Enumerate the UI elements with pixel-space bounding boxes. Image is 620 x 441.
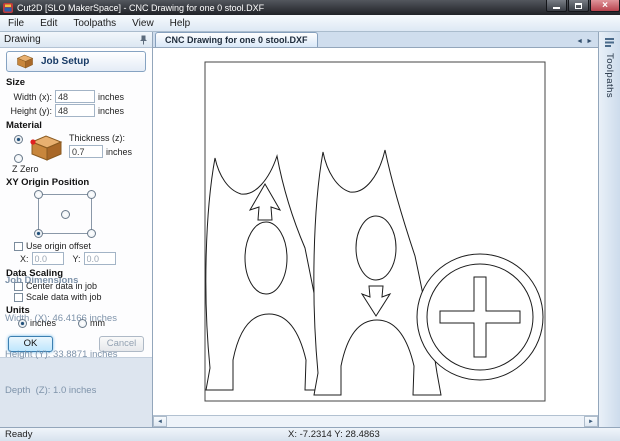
height-input[interactable]	[55, 104, 95, 117]
canvas-area: CNC Drawing for one 0 stool.DXF ◄ ► ◄ ►	[153, 32, 598, 427]
job-dimensions-height: Height (Y): 33.8871 inches	[5, 349, 118, 360]
size-heading: Size	[6, 77, 26, 88]
job-dimensions: Job Dimensions Width (X): 46.4166 inches…	[5, 251, 147, 421]
origin-bottom-left-radio[interactable]	[34, 229, 43, 238]
menu-bar: File Edit Toolpaths View Help	[0, 15, 620, 32]
menu-view[interactable]: View	[124, 17, 162, 30]
material-heading: Material	[6, 120, 42, 131]
height-label: Height (y):	[10, 105, 52, 116]
job-setup-icon	[16, 54, 34, 69]
xy-origin-heading: XY Origin Position	[6, 177, 90, 188]
scroll-right-icon: ►	[588, 418, 594, 425]
tab-scroll-right-icon[interactable]: ►	[586, 38, 593, 45]
close-icon: ×	[602, 0, 608, 11]
title-bar: Cut2D [SLO MakerSpace] - CNC Drawing for…	[0, 0, 620, 15]
toolpaths-tab-label: Toolpaths	[604, 53, 615, 99]
material-block-icon	[30, 135, 63, 161]
thickness-input[interactable]	[69, 145, 103, 158]
job-setup-button[interactable]: Job Setup	[6, 51, 146, 72]
origin-bottom-right-radio[interactable]	[87, 229, 96, 238]
z-zero-bottom-radio[interactable]	[14, 154, 23, 163]
document-tab[interactable]: CNC Drawing for one 0 stool.DXF	[155, 32, 318, 47]
maximize-icon	[575, 2, 582, 9]
width-input[interactable]	[55, 90, 95, 103]
part-right-oval-cutout[interactable]	[355, 215, 397, 281]
cursor-coordinates: X: -7.2314 Y: 28.4863	[288, 429, 380, 440]
thickness-label: Thickness (z):	[69, 133, 126, 143]
pin-icon[interactable]	[139, 35, 148, 45]
horizontal-scrollbar[interactable]: ◄ ►	[153, 415, 598, 427]
origin-center-radio[interactable]	[61, 210, 70, 219]
height-units: inches	[98, 105, 125, 116]
drawing-panel: Drawing Job Setup Size Width (x): 48 inc…	[0, 32, 153, 427]
origin-top-right-radio[interactable]	[87, 190, 96, 199]
menu-file[interactable]: File	[0, 17, 32, 30]
app-icon	[3, 2, 13, 13]
maximize-button[interactable]	[568, 0, 589, 12]
window-title: Cut2D [SLO MakerSpace] - CNC Drawing for…	[17, 2, 265, 13]
toolpaths-icon	[605, 38, 614, 47]
origin-offset-checkbox[interactable]	[14, 241, 23, 251]
origin-offset-label: Use origin offset	[26, 241, 91, 251]
drawing-canvas[interactable]	[153, 48, 598, 415]
toolpaths-tab[interactable]: Toolpaths	[598, 32, 620, 427]
app-window: Cut2D [SLO MakerSpace] - CNC Drawing for…	[0, 0, 620, 441]
menu-help[interactable]: Help	[162, 17, 199, 30]
minimize-icon	[553, 6, 560, 9]
thickness-units: inches	[106, 146, 133, 157]
drawing-panel-title: Drawing	[4, 34, 41, 45]
minimize-button[interactable]	[546, 0, 567, 12]
width-label: Width (x):	[13, 91, 52, 102]
scroll-left-button[interactable]: ◄	[153, 416, 167, 427]
z-zero-label: Z Zero	[12, 164, 39, 174]
part-left-oval-cutout[interactable]	[244, 221, 288, 295]
xy-origin-selector	[34, 190, 96, 238]
menu-toolpaths[interactable]: Toolpaths	[65, 17, 124, 30]
units-mm-radio[interactable]	[78, 318, 88, 328]
z-zero-selector	[14, 133, 23, 163]
origin-top-left-radio[interactable]	[34, 190, 43, 199]
units-inches-radio[interactable]	[18, 318, 27, 328]
job-dimensions-depth: Depth (Z): 1.0 inches	[5, 385, 97, 396]
tab-scroll-left-icon[interactable]: ◄	[576, 38, 583, 45]
menu-edit[interactable]: Edit	[32, 17, 65, 30]
close-button[interactable]: ×	[590, 0, 620, 12]
z-zero-top-radio[interactable]	[14, 135, 23, 144]
z-zero-marker	[30, 139, 36, 145]
status-bar: Ready X: -7.2314 Y: 28.4863	[0, 427, 620, 441]
scroll-left-icon: ◄	[157, 418, 163, 425]
document-tab-bar: CNC Drawing for one 0 stool.DXF ◄ ►	[153, 32, 598, 48]
job-dimensions-heading: Job Dimensions	[5, 275, 79, 286]
scroll-right-button[interactable]: ►	[584, 416, 598, 427]
cnc-drawing[interactable]	[153, 48, 598, 415]
job-setup-label: Job Setup	[41, 56, 90, 67]
window-controls: ×	[545, 0, 620, 15]
width-units: inches	[98, 91, 125, 102]
status-ready: Ready	[5, 429, 33, 440]
